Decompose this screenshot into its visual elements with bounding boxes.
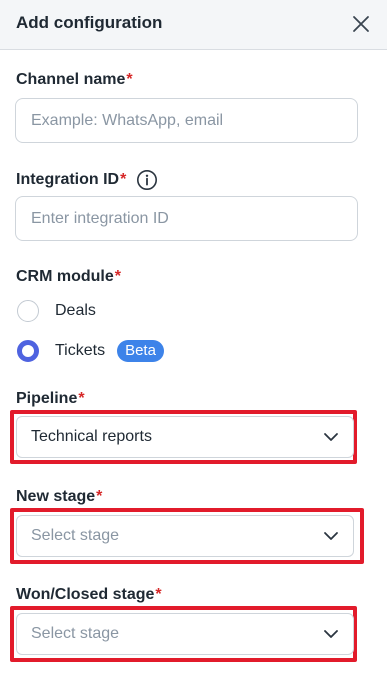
radio-button-deals[interactable] bbox=[17, 300, 39, 322]
chevron-down-icon bbox=[323, 528, 339, 544]
panel-header: Add configuration bbox=[0, 0, 387, 50]
integration-id-label: Integration ID * bbox=[16, 169, 158, 191]
channel-name-label: Channel name * bbox=[16, 71, 133, 88]
required-mark: * bbox=[120, 171, 127, 188]
radio-button-tickets[interactable] bbox=[17, 340, 39, 362]
pipeline-select-value: Technical reports bbox=[31, 428, 152, 445]
pipeline-label: Pipeline * bbox=[16, 390, 85, 407]
radio-option-tickets[interactable]: Tickets Beta bbox=[17, 339, 164, 363]
crm-module-label: CRM module * bbox=[16, 268, 122, 285]
required-mark: * bbox=[96, 488, 103, 505]
beta-badge: Beta bbox=[117, 340, 164, 362]
pipeline-select[interactable]: Technical reports bbox=[16, 416, 354, 458]
new-stage-label: New stage * bbox=[16, 488, 103, 505]
add-configuration-panel: Add configuration Channel name* Integrat… bbox=[0, 0, 387, 698]
panel-title: Add configuration bbox=[16, 13, 163, 32]
new-stage-select-value: Select stage bbox=[31, 527, 120, 544]
required-mark: * bbox=[114, 268, 122, 285]
chevron-down-icon bbox=[323, 626, 339, 642]
won-closed-stage-select-value: Select stage bbox=[31, 625, 120, 642]
won-closed-stage-label: Won/Closed stage * bbox=[16, 586, 162, 603]
new-stage-select[interactable]: Select stage bbox=[16, 515, 354, 557]
integration-id-input[interactable] bbox=[15, 196, 358, 241]
channel-name-input[interactable] bbox=[15, 98, 358, 143]
close-button[interactable] bbox=[345, 8, 377, 40]
won-closed-stage-select[interactable]: Select stage bbox=[16, 613, 354, 655]
required-mark: * bbox=[126, 71, 133, 88]
info-icon[interactable] bbox=[136, 169, 158, 191]
required-mark: * bbox=[78, 390, 85, 407]
close-icon bbox=[353, 16, 369, 32]
radio-label-tickets: Tickets bbox=[55, 342, 106, 359]
radio-option-deals[interactable]: Deals bbox=[17, 299, 96, 323]
radio-label-deals: Deals bbox=[55, 302, 96, 319]
chevron-down-icon bbox=[323, 429, 339, 445]
required-mark: * bbox=[155, 586, 162, 603]
